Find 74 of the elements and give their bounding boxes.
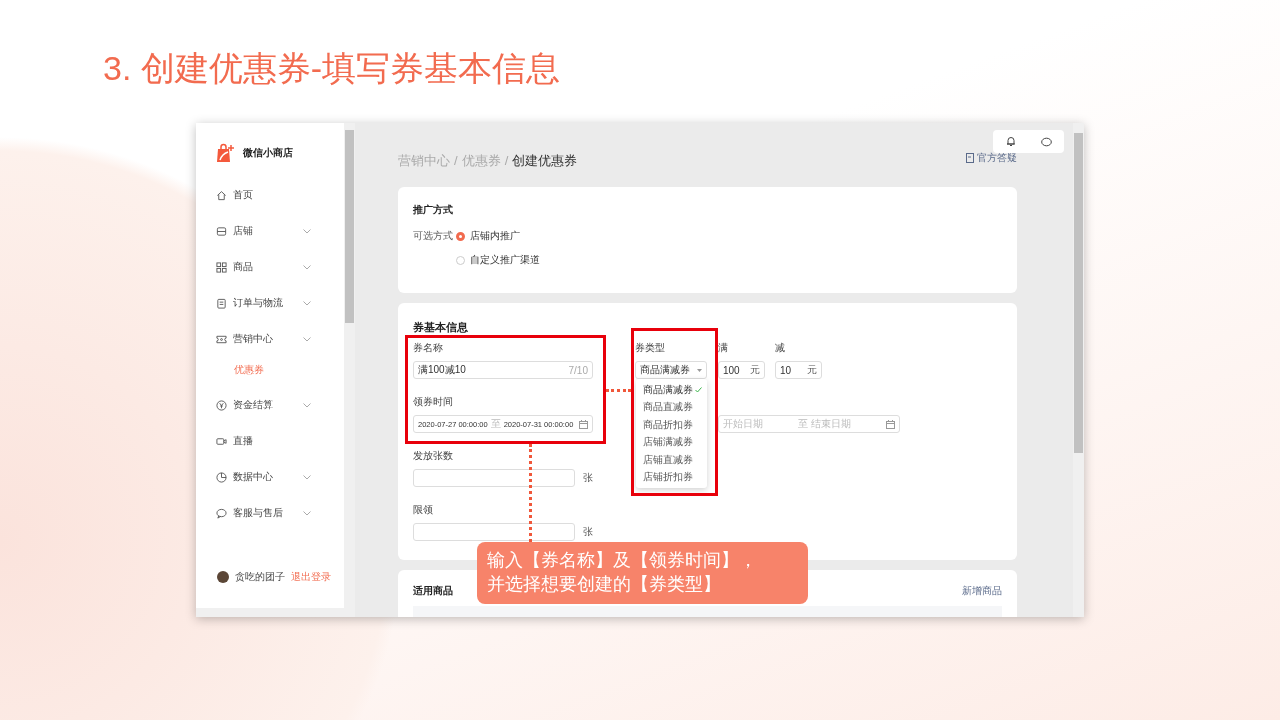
dropdown-option[interactable]: 店铺直减券 [636, 451, 707, 469]
document-icon [966, 153, 974, 163]
radio-button[interactable] [456, 231, 465, 241]
avatar [217, 571, 229, 583]
dropdown-option[interactable]: 商品折扣券 [636, 416, 707, 434]
radio-button[interactable] [456, 255, 465, 265]
chevron-down-icon [303, 474, 311, 480]
sidebar-item[interactable]: 营销中心 [196, 321, 344, 357]
sidebar-item[interactable]: 商品 [196, 249, 344, 285]
amount-field[interactable]: 10 元 [775, 361, 822, 379]
chevron-down-icon [303, 300, 311, 306]
calendar-icon [579, 419, 588, 429]
sidebar-item[interactable]: 客服与售后 [196, 495, 344, 531]
sidebar-item[interactable]: 首页 [196, 177, 344, 213]
sidebar-scrollbar[interactable] [344, 123, 355, 617]
coupon-type-select[interactable]: 商品满减券 [635, 361, 707, 379]
chevron-down-icon [303, 402, 311, 408]
sidebar-item[interactable]: 直播 [196, 423, 344, 459]
help-link[interactable]: 官方答疑 [966, 151, 1017, 165]
pie-chart-icon [216, 471, 227, 483]
field-label: 券类型 [635, 341, 666, 355]
field-label: 限领 [413, 503, 434, 517]
shopping-bag-icon [215, 142, 235, 163]
dropdown-option[interactable]: 店铺折扣券 [636, 468, 707, 486]
limit-field[interactable] [413, 523, 575, 541]
video-camera-icon [216, 435, 227, 447]
clipboard-icon [216, 297, 227, 309]
section-title: 推广方式 [413, 203, 454, 217]
ticket-icon [216, 333, 227, 345]
sidebar-item[interactable]: 店铺 [196, 213, 344, 249]
calendar-icon [886, 419, 895, 429]
slide-title: 3. 创建优惠券-填写券基本信息 [103, 48, 561, 89]
quantity-field[interactable] [413, 469, 575, 487]
field-label: 券名称 [413, 341, 444, 355]
sidebar-item[interactable]: 订单与物流 [196, 285, 344, 321]
sidebar-item[interactable]: 数据中心 [196, 459, 344, 495]
section-title: 券基本信息 [413, 320, 469, 334]
field-label: 减 [775, 341, 786, 355]
brand-name: 微信小商店 [243, 145, 293, 160]
unit-label: 张 [583, 471, 593, 485]
chevron-down-icon [303, 264, 311, 270]
horizontal-scrollbar[interactable] [196, 608, 344, 617]
dropdown-option[interactable]: 店铺满减券 [636, 433, 707, 451]
section-title: 适用商品 [413, 584, 453, 598]
house-icon [216, 189, 227, 201]
field-label: 领券时间 [413, 395, 454, 409]
field-label: 发放张数 [413, 449, 454, 463]
dropdown-option[interactable]: 商品满减券 [636, 381, 707, 399]
radio-option[interactable]: 店铺内推广 [456, 229, 540, 243]
coupon-name-field[interactable]: 满100减10 7/10 [413, 361, 593, 379]
chevron-down-icon [303, 336, 311, 342]
add-product-link[interactable]: 新增商品 [962, 584, 1002, 598]
radio-option[interactable]: 自定义推广渠道 [456, 253, 540, 267]
chevron-down-icon [303, 510, 311, 516]
storefront-icon [216, 225, 227, 237]
chevron-down-icon [303, 228, 311, 234]
bell-icon[interactable] [1005, 136, 1016, 147]
amount-field[interactable]: 100 元 [718, 361, 765, 379]
field-label: 满 [718, 341, 729, 355]
yen-coin-icon [216, 399, 227, 411]
grid-icon [216, 261, 227, 273]
callout: 输入【券名称】及【领券时间】， 并选择想要创建的【券类型】 [477, 542, 808, 604]
unit-label: 张 [583, 525, 593, 539]
breadcrumb: 营销中心 / 优惠券 / 创建优惠券 [398, 152, 578, 169]
speech-bubble-icon [216, 507, 227, 519]
check-icon [695, 386, 702, 393]
dropdown-option[interactable]: 商品直减券 [636, 398, 707, 416]
main-scrollbar[interactable] [1073, 123, 1084, 617]
field-label: 可选方式 [413, 229, 454, 243]
speech-bubble-icon[interactable] [1040, 136, 1052, 147]
leader-line [606, 389, 631, 392]
sidebar-item[interactable]: 资金结算 [196, 387, 344, 423]
caret-icon [697, 368, 702, 372]
user-name: 贪吃的团子 [235, 570, 286, 584]
